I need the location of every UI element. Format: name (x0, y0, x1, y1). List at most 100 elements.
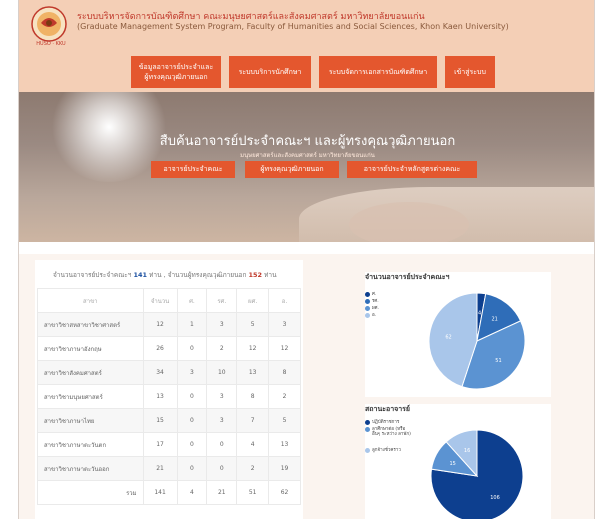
table-cell: 2 (236, 456, 270, 481)
legend-item[interactable]: รศ. (365, 299, 379, 304)
nav-login[interactable]: เข้าสู่ระบบ (445, 56, 495, 88)
legend-item[interactable]: ลาศึกษาต่อ (หรือ อื่นๆ ระหว่าง ลาพัก) (365, 427, 411, 437)
nav-document-system[interactable]: ระบบจัดการเอกสารบัณฑิตศึกษา (319, 56, 437, 88)
table-cell: สาขาวิชาภาษาตะวันออก (37, 456, 144, 481)
legend-label: ปฏิบัติราชการ (372, 420, 400, 425)
column-header[interactable]: สาขา (37, 288, 144, 313)
hero-hand-image (349, 202, 469, 242)
table-cell: 1 (176, 312, 208, 337)
chart-title: สถานะอาจารย์ (365, 405, 411, 413)
table-cell: 2 (268, 384, 301, 409)
table-cell: สาขาวิชาภาษาไทย (37, 408, 144, 433)
legend-item[interactable]: ผศ. (365, 306, 379, 311)
legend-item[interactable]: ปฏิบัติราชการ (365, 420, 399, 425)
legend-label: ลาศึกษาต่อ (หรือ อื่นๆ ระหว่าง ลาพัก) (372, 427, 411, 437)
column-header[interactable]: อ. (268, 288, 301, 313)
nav-student-service[interactable]: ระบบบริการนักศึกษา (229, 56, 311, 88)
column-header[interactable]: ศ. (176, 288, 208, 313)
button-label: อาจารย์ประจำคณะ (163, 165, 223, 173)
nav-label: ระบบจัดการเอกสารบัณฑิตศึกษา (328, 68, 428, 76)
table-row[interactable]: สาขาวิชาภาษาไทย 15 0 3 7 5 (37, 408, 301, 433)
table-cell: 7 (236, 408, 270, 433)
faculty-count: 141 (133, 271, 148, 279)
legend-swatch (365, 420, 370, 425)
staff-table: สาขา จำนวน ศ. รศ. ผศ. อ. สาขาวิชาสหสาขาว… (37, 288, 301, 505)
slice-label: 4 (478, 310, 481, 316)
site-header: HUSO · KKU ระบบบริหารจัดการบัณฑิตศึกษา ค… (19, 0, 594, 92)
table-row[interactable]: สาขาวิชาภาษาตะวันตก 17 0 0 4 13 (37, 432, 301, 457)
table-cell: 3 (206, 312, 238, 337)
table-cell: 8 (268, 360, 301, 385)
table-row[interactable]: สาขาวิชาสหสาขาวิชาศาสตร์ 12 1 3 5 3 (37, 312, 301, 337)
table-cell: 0 (206, 456, 238, 481)
logo-text: HUSO · KKU (36, 41, 66, 47)
legend-item[interactable]: อ. (365, 313, 376, 318)
legend-label: ผศ. (372, 306, 379, 311)
page: HUSO · KKU ระบบบริหารจัดการบัณฑิตศึกษา ค… (0, 0, 608, 519)
table-cell: สาขาวิชาสหสาขาวิชาศาสตร์ (37, 312, 144, 337)
legend-label: ลูกจ้างชั่วคราว (372, 448, 401, 453)
nav-faculty-data[interactable]: ข้อมูลอาจารย์ประจำและผู้ทรงคุณวุฒิภายนอก (131, 56, 221, 88)
table-cell: สาขาวิชาสังคมศาสตร์ (37, 360, 144, 385)
table-cell: 21 (206, 480, 238, 505)
table-cell: 141 (142, 480, 178, 505)
summary-suffix: ท่าน (264, 271, 277, 279)
table-cell: 0 (176, 432, 208, 457)
table-row[interactable]: สาขาวิชาภาษาตะวันออก 21 0 0 2 19 (37, 456, 301, 481)
table-cell: 2 (206, 336, 238, 361)
legend-label: อ. (372, 313, 377, 318)
column-header[interactable]: จำนวน (142, 288, 178, 313)
table-total-row: รวม 141 4 21 51 62 (37, 480, 301, 505)
table-cell: 26 (142, 336, 178, 361)
table-row[interactable]: สาขาวิชาสังคมศาสตร์ 34 3 10 13 8 (37, 360, 301, 385)
table-cell: 51 (236, 480, 270, 505)
external-experts-button[interactable]: ผู้ทรงคุณวุฒิภายนอก (245, 161, 339, 178)
table-row[interactable]: สาขาวิชาภาษาอังกฤษ 26 0 2 12 12 (37, 336, 301, 361)
table-cell: 12 (236, 336, 270, 361)
legend-item[interactable]: ศ. (365, 292, 376, 297)
button-label: อาจารย์ประจำหลักสูตรต่างคณะ (363, 165, 461, 173)
external-count: 152 (248, 271, 263, 279)
nav-label: เข้าสู่ระบบ (454, 68, 486, 76)
table-cell: 3 (206, 408, 238, 433)
table-cell: 5 (236, 312, 270, 337)
table-cell: 0 (176, 456, 208, 481)
faculty-logo[interactable]: HUSO · KKU (27, 3, 75, 47)
table-cell: สาขาวิชาภาษาตะวันตก (37, 432, 144, 457)
browser-frame: HUSO · KKU ระบบบริหารจัดการบัณฑิตศึกษา ค… (18, 0, 595, 519)
table-cell: 0 (176, 336, 208, 361)
summary-mid: ท่าน , จำนวนผู้ทรงคุณวุฒิภายนอก (149, 271, 247, 279)
content-top-strip (19, 242, 594, 254)
cross-faculty-staff-button[interactable]: อาจารย์ประจำหลักสูตรต่างคณะ (347, 161, 477, 178)
staff-table-card: จำนวนอาจารย์ประจำคณะฯ 141 ท่าน , จำนวนผู… (35, 260, 303, 519)
site-subtitle: (Graduate Management System Program, Fac… (77, 22, 509, 31)
legend-swatch (365, 313, 370, 318)
legend-swatch (365, 306, 370, 311)
slice-label: 15 (449, 461, 455, 467)
legend-swatch (365, 299, 370, 304)
table-cell: 5 (268, 408, 301, 433)
chart-title: จำนวนอาจารย์ประจำคณะฯ (365, 273, 450, 281)
nav-label: ระบบบริการนักศึกษา (238, 68, 302, 76)
summary-prefix: จำนวนอาจารย์ประจำคณะฯ (53, 271, 132, 279)
legend-swatch (365, 292, 370, 297)
legend-swatch (365, 448, 370, 453)
table-cell: 10 (206, 360, 238, 385)
table-cell: 8 (236, 384, 270, 409)
slice-label: 62 (445, 334, 451, 340)
column-header[interactable]: รศ. (206, 288, 238, 313)
column-header[interactable]: ผศ. (236, 288, 270, 313)
table-header-row: สาขา จำนวน ศ. รศ. ผศ. อ. (37, 288, 301, 313)
table-cell: 13 (142, 384, 178, 409)
table-cell: 19 (268, 456, 301, 481)
table-cell: สาขาวิชาภาษาอังกฤษ (37, 336, 144, 361)
table-cell: 13 (236, 360, 270, 385)
status-chart-card: สถานะอาจารย์ ปฏิบัติราชการ ลาศึกษาต่อ (ห… (365, 404, 551, 519)
table-cell: รวม (37, 480, 144, 505)
table-row[interactable]: สาขาวิชามนุษยศาสตร์ 13 0 3 8 2 (37, 384, 301, 409)
legend-item[interactable]: ลูกจ้างชั่วคราว (365, 448, 411, 453)
table-cell: 0 (176, 408, 208, 433)
faculty-staff-button[interactable]: อาจารย์ประจำคณะ (151, 161, 235, 178)
hero-banner: สืบค้นอาจารย์ประจำคณะฯ และผู้ทรงคุณวุฒิภ… (19, 92, 594, 242)
legend-label: รศ. (372, 299, 379, 304)
